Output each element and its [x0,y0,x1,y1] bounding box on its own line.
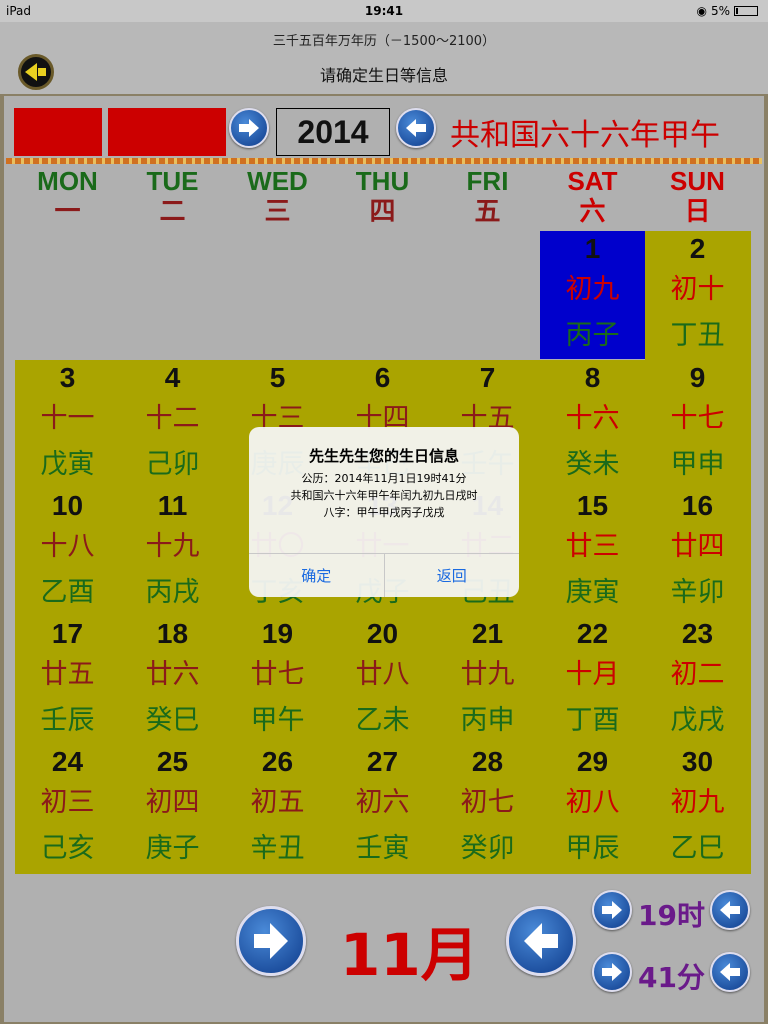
dialog-buttons: 确定 返回 [249,553,519,597]
birthday-info-dialog: 先生先生您的生日信息 公历：2014年11月1日19时41分 共和国六十六年甲午… [249,427,519,597]
return-button[interactable]: 返回 [383,554,520,597]
dialog-bazi: 八字：甲午甲戌丙子戊戌 [323,506,445,519]
dialog-message: 公历：2014年11月1日19时41分 共和国六十六年甲午年闰九初九日戌时 八字… [249,470,519,521]
dialog-overlay: 先生先生您的生日信息 公历：2014年11月1日19时41分 共和国六十六年甲午… [0,0,768,1024]
confirm-button[interactable]: 确定 [249,554,384,597]
dialog-title: 先生先生您的生日信息 [308,447,459,465]
dialog-solar-date: 公历：2014年11月1日19时41分 [301,472,467,485]
dialog-lunar-date: 共和国六十六年甲午年闰九初九日戌时 [290,489,478,502]
